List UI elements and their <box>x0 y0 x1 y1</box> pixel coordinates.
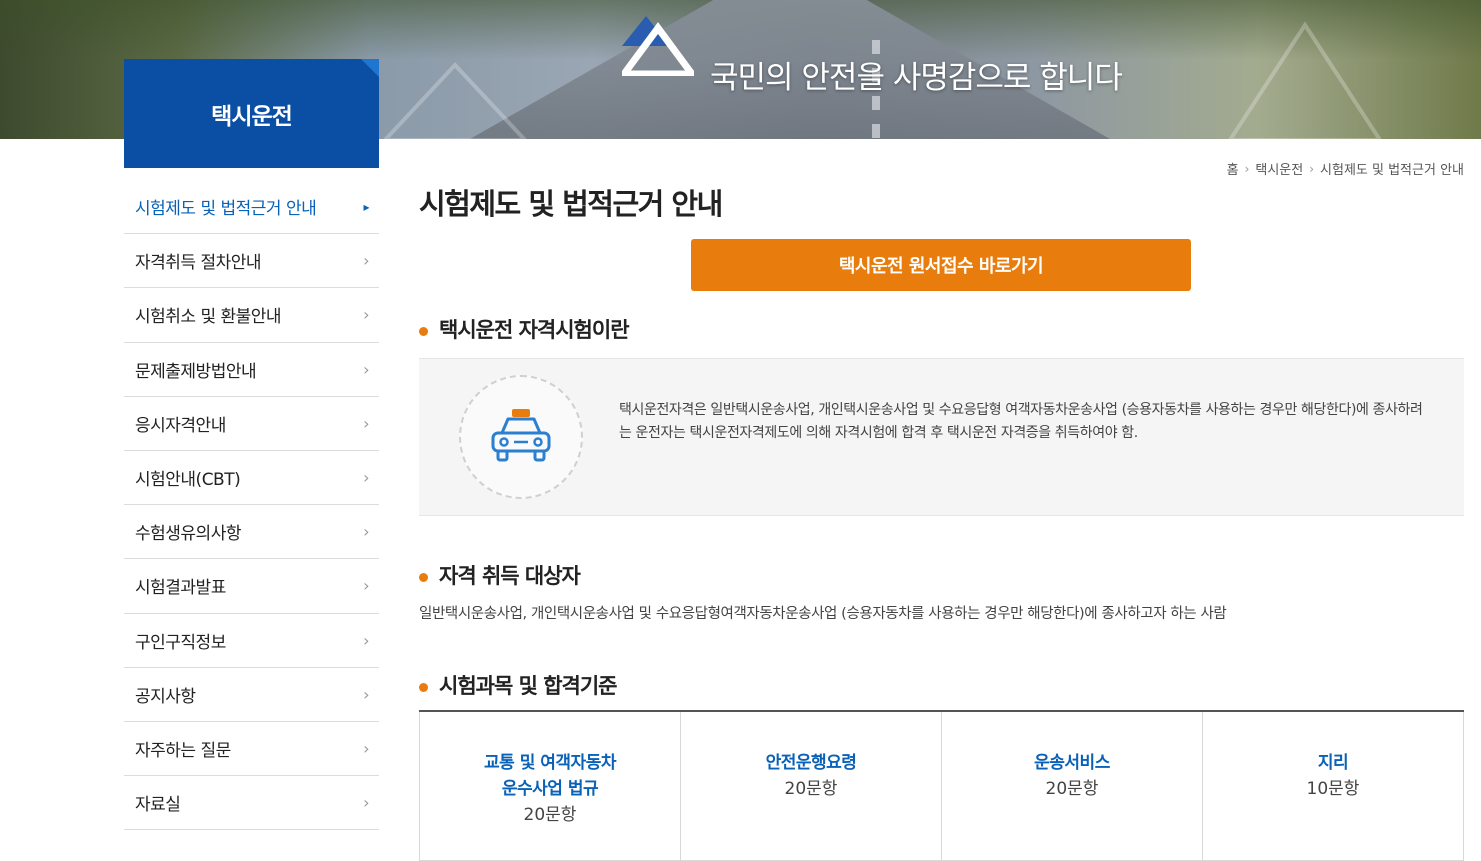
subjects-table: 교통 및 여객자동차 운수사업 법규 20문항 안전운행요령 20문항 운송서비… <box>419 710 1464 861</box>
chevron-right-icon: › <box>1309 161 1315 176</box>
subject-count: 20문항 <box>1045 779 1099 799</box>
chevron-right-icon: › <box>1244 161 1250 176</box>
sidebar-item-jobs[interactable]: 구인구직정보 › <box>124 614 379 668</box>
sidebar-item-procedure[interactable]: 자격취득 절차안내 › <box>124 234 379 289</box>
chevron-right-icon: › <box>363 522 369 542</box>
intro-description: 택시운전자격은 일반택시운송사업, 개인택시운송사업 및 수요응답형 여객자동차… <box>619 402 1423 441</box>
breadcrumb-section[interactable]: 택시운전 <box>1255 159 1303 178</box>
subject-count: 20문항 <box>523 805 577 825</box>
subject-name: 지리 <box>1317 753 1349 773</box>
sidebar-item-cautions[interactable]: 수험생유의사항 › <box>124 505 379 560</box>
subject-cell: 지리 10문항 <box>1203 712 1464 861</box>
sidebar-item-notices[interactable]: 공지사항 › <box>124 668 379 722</box>
subject-count: 20문항 <box>784 779 838 799</box>
subject-name-line2: 운수사업 법규 <box>501 779 599 799</box>
caret-right-icon: ▸ <box>363 199 369 214</box>
sidebar-item-label: 응시자격안내 <box>135 415 226 436</box>
sidebar-item-label: 시험안내(CBT) <box>135 470 241 491</box>
sidebar-item-label: 자주하는 질문 <box>135 740 231 761</box>
chevron-right-icon: › <box>363 251 369 271</box>
subject-name: 안전운행요령 <box>765 753 857 773</box>
sidebar-item-label: 공지사항 <box>135 686 196 707</box>
bullet-dot-icon <box>419 326 428 336</box>
sidebar-nav: 시험제도 및 법적근거 안내 ▸ 자격취득 절차안내 › 시험취소 및 환불안내… <box>124 180 379 831</box>
subjects-heading: 시험과목 및 합격기준 <box>419 670 618 700</box>
sidebar-item-refund[interactable]: 시험취소 및 환불안내 › <box>124 288 379 343</box>
triangle-decoration-icon <box>383 62 527 139</box>
sidebar-item-label: 구인구직정보 <box>135 632 226 653</box>
subject-count: 10문항 <box>1306 779 1360 799</box>
chevron-right-icon: › <box>363 305 369 325</box>
intro-heading-text: 택시운전 자격시험이란 <box>439 318 630 342</box>
sidebar-item-eligibility[interactable]: 응시자격안내 › <box>124 397 379 451</box>
sidebar-item-label: 문제출제방법안내 <box>135 361 257 382</box>
taxi-icon <box>491 409 551 462</box>
intro-info-box: 택시운전자격은 일반택시운송사업, 개인택시운송사업 및 수요응답형 여객자동차… <box>419 358 1464 516</box>
sidebar-item-cbt[interactable]: 시험안내(CBT) › <box>124 451 379 506</box>
subject-name: 운송서비스 <box>1034 753 1110 773</box>
banner-slogan: 국민의 안전을 사명감으로 합니다 <box>710 60 1123 96</box>
sidebar-item-label: 자격취득 절차안내 <box>135 253 262 274</box>
logo-icon <box>622 16 694 76</box>
sidebar-item-label: 시험취소 및 환불안내 <box>135 307 282 328</box>
intro-heading: 택시운전 자격시험이란 <box>419 314 630 344</box>
chevron-right-icon: › <box>363 684 369 704</box>
triangle-decoration-icon <box>1228 21 1382 139</box>
chevron-right-icon: › <box>363 468 369 488</box>
chevron-right-icon: › <box>363 359 369 379</box>
sidebar-item-faq[interactable]: 자주하는 질문 › <box>124 722 379 777</box>
breadcrumb-home[interactable]: 홈 <box>1227 159 1239 178</box>
bullet-dot-icon <box>419 572 428 582</box>
sidebar-item-label: 시험제도 및 법적근거 안내 <box>135 199 317 220</box>
target-description: 일반택시운송사업, 개인택시운송사업 및 수요응답형여객자동차운송사업 (승용자… <box>419 606 1227 622</box>
chevron-right-icon: › <box>363 630 369 650</box>
sidebar-item-label: 시험결과발표 <box>135 578 226 599</box>
sidebar-item-label: 자료실 <box>135 795 181 816</box>
sidebar-item-results[interactable]: 시험결과발표 › <box>124 559 379 614</box>
subject-cell: 운송서비스 20문항 <box>942 712 1203 861</box>
chevron-right-icon: › <box>363 413 369 433</box>
sidebar-item-question-method[interactable]: 문제출제방법안내 › <box>124 343 379 397</box>
subject-name: 교통 및 여객자동차 <box>484 753 616 773</box>
chevron-right-icon: › <box>363 738 369 758</box>
target-heading-text: 자격 취득 대상자 <box>439 564 581 588</box>
chevron-right-icon: › <box>363 576 369 596</box>
sidebar-item-archive[interactable]: 자료실 › <box>124 776 379 831</box>
breadcrumb-current[interactable]: 시험제도 및 법적근거 안내 <box>1320 159 1464 178</box>
subjects-heading-text: 시험과목 및 합격기준 <box>439 674 618 698</box>
subject-cell: 교통 및 여객자동차 운수사업 법규 20문항 <box>419 712 681 861</box>
section-title: 택시운전 <box>211 103 293 130</box>
chevron-right-icon: › <box>363 793 369 813</box>
section-title-box: 택시운전 <box>124 59 379 168</box>
apply-button[interactable]: 택시운전 원서접수 바로가기 <box>691 239 1191 291</box>
sidebar-item-exam-system[interactable]: 시험제도 및 법적근거 안내 ▸ <box>124 180 379 235</box>
sidebar-item-label: 수험생유의사항 <box>135 524 241 545</box>
breadcrumb: 홈 › 택시운전 › 시험제도 및 법적근거 안내 <box>1227 159 1464 179</box>
target-heading: 자격 취득 대상자 <box>419 560 581 590</box>
page-title: 시험제도 및 법적근거 안내 <box>419 187 723 221</box>
taxi-icon-circle <box>459 375 583 499</box>
bullet-dot-icon <box>419 682 428 692</box>
corner-fold <box>361 59 379 77</box>
subject-cell: 안전운행요령 20문항 <box>681 712 942 861</box>
